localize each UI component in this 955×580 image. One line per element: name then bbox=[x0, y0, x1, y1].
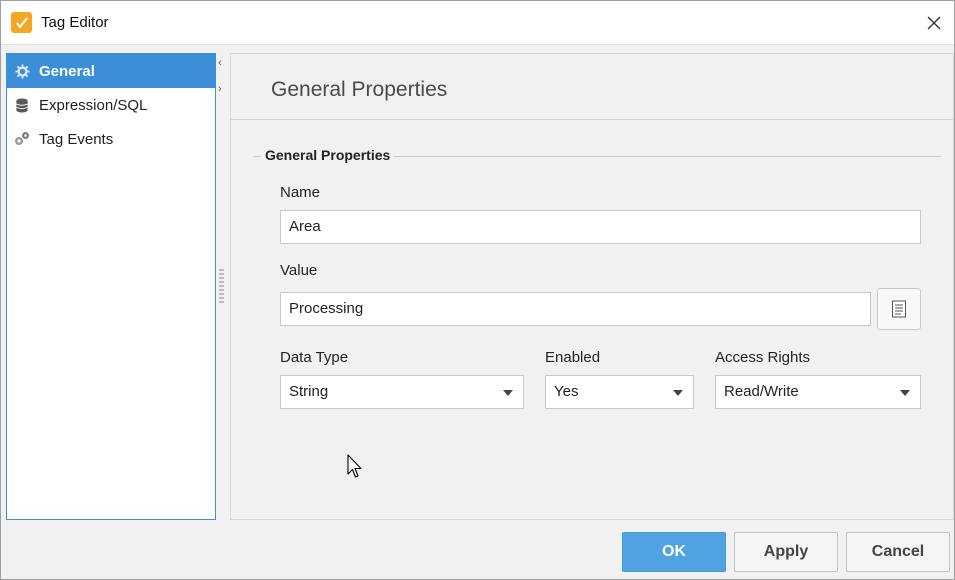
tag-editor-window: Tag Editor General Expression/SQL Tag Ev… bbox=[0, 0, 955, 580]
document-icon bbox=[892, 300, 906, 318]
ignition-tag-icon bbox=[11, 12, 32, 33]
name-field[interactable]: Area bbox=[280, 210, 921, 244]
window-title: Tag Editor bbox=[41, 14, 109, 31]
ok-button[interactable]: OK bbox=[622, 532, 726, 572]
events-gears-icon bbox=[13, 130, 31, 148]
enabled-label: Enabled bbox=[545, 349, 601, 366]
data-type-value: String bbox=[289, 383, 329, 400]
chevron-down-icon bbox=[673, 390, 683, 396]
value-editor-button[interactable] bbox=[877, 288, 921, 330]
access-rights-select[interactable]: Read/Write bbox=[715, 375, 921, 409]
enabled-select[interactable]: Yes bbox=[545, 375, 694, 409]
section-header: General Properties bbox=[253, 146, 941, 166]
sidebar-item-label: Tag Events bbox=[39, 130, 114, 148]
chevron-down-icon bbox=[503, 390, 513, 396]
apply-button[interactable]: Apply bbox=[734, 532, 838, 572]
sidebar-item-label: Expression/SQL bbox=[39, 96, 148, 114]
page-title: General Properties bbox=[271, 78, 448, 101]
close-icon bbox=[927, 16, 941, 30]
access-rights-label: Access Rights bbox=[715, 349, 811, 366]
sidebar-item-label: General bbox=[39, 62, 95, 80]
sidebar-nav: General Expression/SQL Tag Events bbox=[6, 53, 216, 520]
data-type-select[interactable]: String bbox=[280, 375, 524, 409]
general-properties-panel: General Properties General Properties Na… bbox=[230, 53, 954, 520]
cancel-button[interactable]: Cancel bbox=[846, 532, 950, 572]
section-title: General Properties bbox=[261, 147, 395, 163]
panel-splitter[interactable]: ‹ › bbox=[216, 53, 230, 520]
sidebar-item-tag-events[interactable]: Tag Events bbox=[7, 122, 215, 156]
title-bar: Tag Editor bbox=[1, 1, 954, 45]
expand-right-icon[interactable]: › bbox=[218, 83, 222, 95]
value-field[interactable]: Processing bbox=[280, 292, 871, 326]
gear-icon bbox=[13, 62, 31, 80]
close-button[interactable] bbox=[920, 9, 948, 37]
sidebar-item-expression-sql[interactable]: Expression/SQL bbox=[7, 88, 215, 122]
collapse-left-icon[interactable]: ‹ bbox=[218, 57, 222, 69]
mouse-cursor-icon bbox=[347, 454, 363, 485]
value-label: Value bbox=[280, 262, 318, 279]
database-icon bbox=[13, 96, 31, 114]
name-label: Name bbox=[280, 184, 321, 201]
sidebar-item-general[interactable]: General bbox=[7, 54, 215, 88]
data-type-label: Data Type bbox=[280, 349, 349, 366]
panel-header: General Properties bbox=[231, 54, 953, 120]
chevron-down-icon bbox=[900, 390, 910, 396]
splitter-grip[interactable] bbox=[219, 269, 224, 303]
enabled-value: Yes bbox=[554, 383, 579, 400]
access-rights-value: Read/Write bbox=[724, 383, 799, 400]
